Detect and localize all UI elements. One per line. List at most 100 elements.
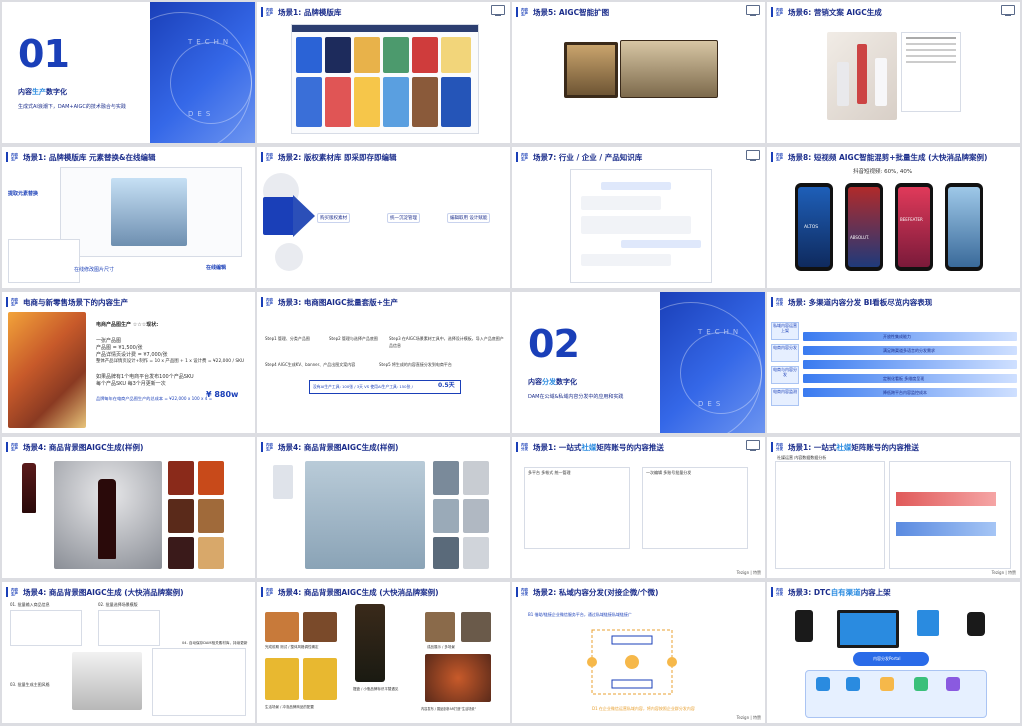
slide-20[interactable]: 内容分发 场景3: DTC自有渠道内容上架 内容分发Portal xyxy=(767,582,1020,723)
slide-4[interactable]: 内容生产 场景6: 营销文案 AIGC生成 xyxy=(767,2,1020,143)
phone-icon xyxy=(945,183,983,271)
template-library-screenshot xyxy=(291,24,479,134)
arrow-right-icon xyxy=(293,195,315,237)
total-cost: ¥ 880w xyxy=(206,390,239,399)
slide-header: 内容分发 场景: 多渠道内容分发 BI看板尽览内容表现 xyxy=(771,295,932,309)
slide-title: 场景1: 品牌模版库 元素替换&在线编辑 xyxy=(23,152,156,162)
step-label: 01. 批量输入商品信息 xyxy=(10,602,50,607)
slide-13[interactable]: 内容生产 场景4: 商品背景图AIGC生成(样例) xyxy=(2,437,255,578)
monitor-icon xyxy=(746,150,760,161)
feature-bar: 满足跨渠道多语言的分发需求 xyxy=(803,346,1017,355)
step-label: 03. 批量生成主图风格 xyxy=(10,682,50,687)
slide-header: 内容生产 场景2: 版权素材库 即采即存即编辑 xyxy=(261,150,396,164)
text-line: 品牌每年在电商产品图生产的总成本 = ¥22,000 x 100 x 4 = xyxy=(96,396,213,401)
laptop-icon xyxy=(837,610,899,648)
slide-title: 场景1: 品牌模版库 xyxy=(278,7,342,17)
flow-step: Step3 在AIGC场景素材工具中，选择设计模板，导入产品底图产品信息 xyxy=(389,336,504,348)
deco-word-techn: TECHN xyxy=(698,328,743,336)
slide-header: 内容生产 场景4: 商品背景图AIGC生成(样例) xyxy=(261,440,398,454)
flow-step-3: 编辑取用 设计赋能 xyxy=(447,213,491,223)
caption: 生活场景 / 冲泡品牌商品的配置 xyxy=(265,705,314,709)
slide-header: 内容生产 场景7: 行业 / 企业 / 产品知识库 xyxy=(516,150,642,164)
slide-18[interactable]: 内容生产 场景4: 商品背景图AIGC生成 (大快消品牌案例) 完成前期 测试 /… xyxy=(257,582,510,723)
channel-label: 私域内容运营上架 xyxy=(771,322,799,340)
tablet-icon xyxy=(917,610,939,636)
platform-panel: 多平台 多帐式 统一管理 xyxy=(524,467,630,549)
slide-14[interactable]: 内容生产 场景4: 商品背景图AIGC生成(样例) xyxy=(257,437,510,578)
section-number: 01 xyxy=(18,32,70,76)
slide-header: 内容生产 场景1: 品牌模版库 xyxy=(261,5,341,19)
slide-11-cover[interactable]: 02 内容分发数字化 DAM在公域&私域内容分发中的应用和实践 TECHN DE… xyxy=(512,292,765,433)
footer-logo: Tezign | 特赞 xyxy=(991,570,1016,575)
slide-sorter-grid: 01 内容生产数字化 生成式AI浪潮下，DAM+AIGC的技术融合与实践 TEC… xyxy=(2,2,1020,724)
copy-panel xyxy=(901,32,961,112)
distribution-diagram xyxy=(587,629,677,695)
soy-sauce-bottle xyxy=(355,604,385,682)
monitor-icon xyxy=(746,440,760,451)
section-number: 02 xyxy=(528,322,580,366)
slide-title: 场景6: 营销文案 AIGC生成 xyxy=(788,7,882,17)
resize-dialog xyxy=(8,239,80,283)
product-image xyxy=(273,465,293,499)
metric-line: 抖音短视频: 60%, 40% xyxy=(853,169,913,175)
slide-header: 内容生产 场景1: 品牌模版库 元素替换&在线编辑 xyxy=(6,150,155,164)
slide-1-cover[interactable]: 01 内容生产数字化 生成式AI浪潮下，DAM+AIGC的技术融合与实践 TEC… xyxy=(2,2,255,143)
portal-pill: 内容分发Portal xyxy=(853,652,929,666)
feature-bar: 降低跨平台内容监控成本 xyxy=(803,388,1017,397)
monitor-icon xyxy=(491,5,505,16)
knowledge-chat-screenshot xyxy=(570,169,712,283)
slide-2[interactable]: 内容生产 场景1: 品牌模版库 xyxy=(257,2,510,143)
slide-header: 内容生产 场景8: 短视频 AIGC智能混剪+批量生成 (大快消品牌案例) xyxy=(771,150,987,164)
slide-19[interactable]: 内容分发 场景2: 私域内容分发(对接企微/个微) B1 借助/链接企业微信服务平… xyxy=(512,582,765,723)
slide-title: 场景1: 一站式社媒矩阵账号的内容推送 xyxy=(788,442,919,452)
flow-caption: D1 在企业微信运营私域内容，将内容按照企业群分发内容 xyxy=(592,706,695,711)
slide-8[interactable]: 内容生产 场景8: 短视频 AIGC智能混剪+批量生成 (大快消品牌案例) 抖音短… xyxy=(767,147,1020,288)
channel-label: 电商内容监测 xyxy=(771,388,799,406)
slide-title: 场景2: 私域内容分发(对接企微/个微) xyxy=(533,587,659,597)
channel-label: 电商内容分发 xyxy=(771,344,799,362)
flow-step-2: 统一沉淀管理 xyxy=(387,213,420,223)
slide-title: 场景4: 商品背景图AIGC生成 (大快消品牌案例) xyxy=(278,587,439,597)
slide-header: 内容分发 场景3: DTC自有渠道内容上架 xyxy=(771,585,891,599)
label-replace: 提取元素替换 xyxy=(8,191,39,197)
slide-7[interactable]: 内容生产 场景7: 行业 / 企业 / 产品知识库 xyxy=(512,147,765,288)
text-line: 电商产品图生产 ☆☆☆现状: xyxy=(96,322,159,328)
slide-header: 内容分发 场景2: 私域内容分发(对接企微/个微) xyxy=(516,585,658,599)
caption: 完成前期 测试 / 整体风格调性确定 xyxy=(265,645,319,649)
slide-15[interactable]: 内容分发 场景1: 一站式社媒矩阵账号的内容推送 多平台 多帐式 统一管理 一次编… xyxy=(512,437,765,578)
slide-10[interactable]: 内容生产 场景3: 电商图AIGC批量套版+生产 Step1 管理、分类产品图 S… xyxy=(257,292,510,433)
publish-panel: 一次编辑 多账号批量分发 xyxy=(642,467,748,549)
expanded-image xyxy=(620,40,718,98)
text-line: 一张产品图 xyxy=(96,338,122,344)
flow-step: Step2 管理与选择产品底图 xyxy=(329,336,378,341)
slide-17[interactable]: 内容生产 场景4: 商品背景图AIGC生成 (大快消品牌案例) 01. 批量输入商… xyxy=(2,582,255,723)
slide-12[interactable]: 内容分发 场景: 多渠道内容分发 BI看板尽览内容表现 私域内容运营上架 电商内容… xyxy=(767,292,1020,433)
slide-5[interactable]: 内容生产 场景1: 品牌模版库 元素替换&在线编辑 提取元素替换 在线修改图片尺寸… xyxy=(2,147,255,288)
caption: 摆盘 / 小瓶品牌标识平替遇见 xyxy=(353,687,399,691)
slide-title: 场景4: 商品背景图AIGC生成(样例) xyxy=(23,442,144,452)
feature-bar: 定制化看板 多维度呈现 xyxy=(803,374,1017,383)
slide-3[interactable]: 内容生产 场景5: AIGC智能扩图 xyxy=(512,2,765,143)
slide-title: 场景1: 一站式社媒矩阵账号的内容推送 xyxy=(533,442,664,452)
section-title: 内容分发数字化 xyxy=(528,378,577,386)
slide-title: 场景8: 短视频 AIGC智能混剪+批量生成 (大快消品牌案例) xyxy=(788,152,988,162)
cover-gradient-panel: TECHN DES xyxy=(620,292,765,433)
slide-6[interactable]: 内容生产 场景2: 版权素材库 即采即存即编辑 购买版权素材 统一沉淀管理 编辑取… xyxy=(257,147,510,288)
slide-header: 内容生产 电商与新零售场景下的内容生产 xyxy=(6,295,128,309)
slide-9[interactable]: 内容生产 电商与新零售场景下的内容生产 电商产品图生产 ☆☆☆现状: 一张产品图 … xyxy=(2,292,255,433)
section-title: 内容生产数字化 xyxy=(18,88,67,96)
phone-icon: ABSOLUT. xyxy=(845,183,883,271)
original-image xyxy=(564,42,618,98)
phone-icon: ALTOS xyxy=(795,183,833,271)
caption: 成品展示 / 多场景 xyxy=(427,645,455,649)
deco-word-des: DES xyxy=(188,110,215,118)
slide-title: 场景3: DTC自有渠道内容上架 xyxy=(788,587,891,597)
data-table xyxy=(775,461,885,569)
footer-logo: Tezign | 特赞 xyxy=(736,570,761,575)
slide-16[interactable]: 内容分发 场景1: 一站式社媒矩阵账号的内容推送 社媒运营 内容数据数据分析 Te… xyxy=(767,437,1020,578)
slide-title: 场景4: 商品背景图AIGC生成(样例) xyxy=(278,442,399,452)
slide-title: 场景2: 版权素材库 即采即存即编辑 xyxy=(278,152,397,162)
result-box: 没有AI生产工具: 100张 / 3天 VS 使用AI生产工具: 150张 / … xyxy=(309,380,461,394)
slide-header: 内容生产 场景6: 营销文案 AIGC生成 xyxy=(771,5,882,19)
data-dashboard xyxy=(889,461,1011,569)
